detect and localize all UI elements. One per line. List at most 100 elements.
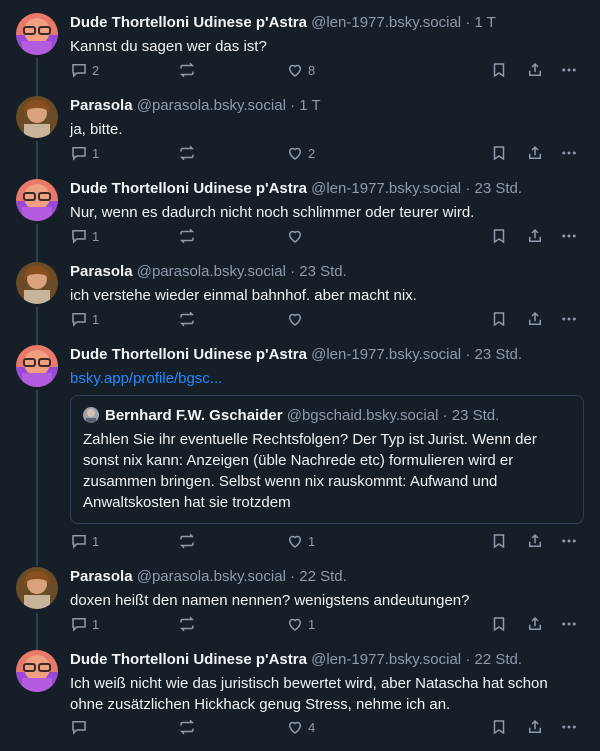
share-button[interactable] [526,142,544,164]
share-button[interactable] [526,530,544,552]
share-button[interactable] [526,59,544,81]
reply-icon [70,532,88,550]
author-handle[interactable]: @len-1977.bsky.social [311,14,461,31]
timestamp[interactable]: 23 Std. [474,346,522,363]
timestamp[interactable]: 23 Std. [474,180,522,197]
separator: · [465,14,471,31]
quote-author-name[interactable]: Bernhard F.W. Gschaider [105,407,283,424]
bookmark-button[interactable] [490,225,508,247]
bookmark-button[interactable] [490,716,508,738]
author-name[interactable]: Dude Thortelloni Udinese p'Astra [70,346,307,363]
author-handle[interactable]: @len-1977.bsky.social [311,346,461,363]
avatar[interactable] [16,13,58,55]
more-button[interactable] [560,530,578,552]
like-button[interactable] [286,308,304,330]
quoted-post[interactable]: Bernhard F.W. Gschaider @bgschaid.bsky.s… [70,395,584,524]
like-button[interactable]: 8 [286,59,315,81]
reply-button[interactable]: 1 [70,142,99,164]
quote-timestamp[interactable]: 23 Std. [452,407,500,424]
post-link[interactable]: bsky.app/profile/bgsc... [70,370,222,387]
thread-line [36,224,38,262]
like-button[interactable]: 2 [286,142,315,164]
share-icon [526,310,544,328]
author-handle[interactable]: @parasola.bsky.social [137,568,286,585]
share-button[interactable] [526,613,544,635]
repost-button[interactable] [178,142,196,164]
repost-button[interactable] [178,225,196,247]
author-handle[interactable]: @parasola.bsky.social [137,263,286,280]
author-handle[interactable]: @len-1977.bsky.social [311,651,461,668]
reply-button[interactable]: 2 [70,59,99,81]
avatar[interactable] [16,345,58,387]
reply-count: 2 [92,62,100,78]
avatar[interactable] [16,262,58,304]
heart-icon [286,310,304,328]
author-name[interactable]: Dude Thortelloni Udinese p'Astra [70,180,307,197]
post-actions: 1 1 [70,613,590,635]
author-name[interactable]: Parasola [70,263,133,280]
bookmark-button[interactable] [490,308,508,330]
reply-icon [70,310,88,328]
repost-button[interactable] [178,716,196,738]
author-name[interactable]: Dude Thortelloni Udinese p'Astra [70,651,307,668]
author-name[interactable]: Dude Thortelloni Udinese p'Astra [70,14,307,31]
repost-button[interactable] [178,530,196,552]
like-button[interactable] [286,225,304,247]
bookmark-icon [490,718,508,736]
repost-icon [178,310,196,328]
author-handle[interactable]: @len-1977.bsky.social [311,180,461,197]
like-button[interactable]: 1 [286,530,315,552]
timestamp[interactable]: 23 Std. [299,263,347,280]
like-button[interactable]: 1 [286,613,315,635]
share-icon [526,532,544,550]
more-icon [560,144,578,162]
timestamp[interactable]: 22 Std. [299,568,347,585]
more-button[interactable] [560,308,578,330]
separator: · [465,651,471,668]
bookmark-icon [490,144,508,162]
thread-line [36,613,38,650]
more-button[interactable] [560,613,578,635]
timestamp[interactable]: 1 T [299,97,320,114]
bookmark-button[interactable] [490,59,508,81]
reply-count: 1 [92,311,100,327]
share-button[interactable] [526,225,544,247]
author-name[interactable]: Parasola [70,568,133,585]
post-text: Kannst du sagen wer das ist? [70,38,267,55]
reply-button[interactable]: 1 [70,530,99,552]
bookmark-button[interactable] [490,142,508,164]
timestamp[interactable]: 1 T [474,14,495,31]
separator: · [290,97,296,114]
reply-count: 1 [92,616,100,632]
separator: · [290,263,296,280]
heart-icon [286,144,304,162]
more-button[interactable] [560,225,578,247]
bookmark-button[interactable] [490,613,508,635]
share-button[interactable] [526,716,544,738]
reply-button[interactable]: 1 [70,225,99,247]
more-button[interactable] [560,716,578,738]
post-text: doxen heißt den namen nennen? wenigstens… [70,592,470,609]
post-actions: 1 1 [70,530,590,552]
avatar[interactable] [16,179,58,221]
like-button[interactable]: 4 [286,716,315,738]
repost-button[interactable] [178,308,196,330]
author-name[interactable]: Parasola [70,97,133,114]
share-icon [526,61,544,79]
quote-author-handle[interactable]: @bgschaid.bsky.social [287,407,439,424]
author-handle[interactable]: @parasola.bsky.social [137,97,286,114]
repost-button[interactable] [178,613,196,635]
avatar[interactable] [16,567,58,609]
reply-button[interactable] [70,716,88,738]
more-button[interactable] [560,59,578,81]
avatar[interactable] [16,96,58,138]
quote-avatar[interactable] [83,407,99,423]
repost-button[interactable] [178,59,196,81]
more-button[interactable] [560,142,578,164]
reply-button[interactable]: 1 [70,613,99,635]
avatar[interactable] [16,650,58,692]
bookmark-button[interactable] [490,530,508,552]
reply-button[interactable]: 1 [70,308,99,330]
share-button[interactable] [526,308,544,330]
timestamp[interactable]: 22 Std. [474,651,522,668]
